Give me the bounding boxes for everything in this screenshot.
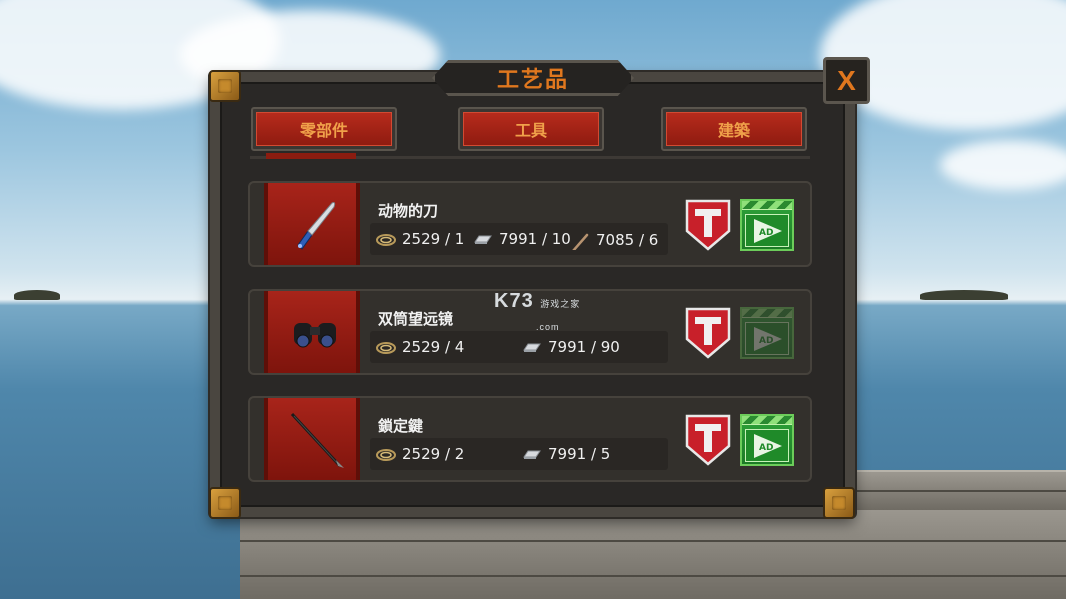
cost-item: 2529 / 1: [376, 230, 464, 248]
recipe-icon-slot[interactable]: [264, 183, 360, 265]
dock: [240, 505, 1066, 599]
cost-item: 7991 / 10: [473, 230, 571, 248]
recipe-cost-list: 2529 / 1 7991 / 10 7085 / 6: [370, 223, 668, 255]
svg-text:AD: AD: [759, 443, 773, 453]
recipe-name: 动物的刀: [378, 202, 439, 220]
svg-text:AD: AD: [759, 336, 773, 346]
rope-icon: [376, 342, 396, 354]
knife-icon: [297, 202, 336, 250]
cost-text: 7991 / 10: [499, 230, 571, 248]
rope-icon: [376, 449, 396, 461]
craft-hammer-button[interactable]: [685, 307, 731, 359]
tab-label: 工具: [463, 112, 599, 146]
window-title: 工艺品: [496, 68, 569, 93]
tab-tools[interactable]: 工具: [458, 107, 604, 151]
recipe-icon-slot[interactable]: [264, 291, 360, 373]
island-right: [920, 290, 1008, 300]
cost-item: 7991 / 5: [522, 445, 610, 463]
cost-text: 2529 / 4: [402, 338, 465, 356]
play-ad-icon: AD: [754, 434, 782, 458]
rope-icon: [376, 234, 396, 246]
watch-ad-button[interactable]: AD: [740, 414, 794, 466]
cost-text: 2529 / 2: [402, 445, 465, 463]
recipe-name: 双筒望远镜: [378, 310, 454, 328]
tab-buildings[interactable]: 建築: [661, 107, 807, 151]
recipe-icon-slot[interactable]: [264, 398, 360, 480]
cost-item: 7085 / 6: [570, 230, 658, 250]
recipe-cost-list: 2529 / 2 7991 / 5: [370, 438, 668, 470]
spear-icon: [290, 412, 344, 468]
stick-icon: [572, 233, 589, 250]
craft-hammer-button[interactable]: [685, 414, 731, 466]
play-ad-icon: AD: [754, 327, 782, 351]
close-button[interactable]: X: [823, 57, 870, 104]
watch-ad-button[interactable]: AD: [740, 199, 794, 251]
tab-parts[interactable]: 零部件: [251, 107, 397, 151]
play-ad-icon: AD: [754, 219, 782, 243]
tab-label: 零部件: [256, 112, 392, 146]
watermark-logo: K73 游戏之家 .com: [494, 290, 581, 332]
title-plate: 工艺品: [432, 60, 634, 96]
metal-bar-icon: [523, 450, 541, 459]
panel-corner-decoration: [209, 70, 241, 102]
panel-corner-decoration: [209, 487, 241, 519]
cost-text: 7991 / 5: [548, 445, 611, 463]
cost-item: 7991 / 90: [522, 338, 620, 356]
panel-corner-decoration: [823, 487, 855, 519]
cost-item: 2529 / 2: [376, 445, 464, 463]
scrolled-row-edge: [266, 153, 356, 159]
svg-text:AD: AD: [759, 228, 773, 238]
cost-text: 7991 / 90: [548, 338, 620, 356]
watch-ad-button-disabled[interactable]: AD: [740, 307, 794, 359]
tab-label: 建築: [666, 112, 802, 146]
recipe-row: 动物的刀 2529 / 1 7991 / 10 7085 / 6 AD: [248, 181, 812, 267]
binoculars-icon: [294, 323, 336, 348]
recipe-name: 鎖定鍵: [378, 417, 424, 435]
craft-hammer-button[interactable]: [685, 199, 731, 251]
cost-text: 7085 / 6: [596, 231, 659, 249]
island-left: [14, 290, 60, 300]
metal-bar-icon: [474, 235, 492, 244]
recipe-row: 鎖定鍵 2529 / 2 7991 / 5 AD: [248, 396, 812, 482]
cost-text: 2529 / 1: [402, 230, 465, 248]
cost-item: 2529 / 4: [376, 338, 464, 356]
metal-bar-icon: [523, 343, 541, 352]
